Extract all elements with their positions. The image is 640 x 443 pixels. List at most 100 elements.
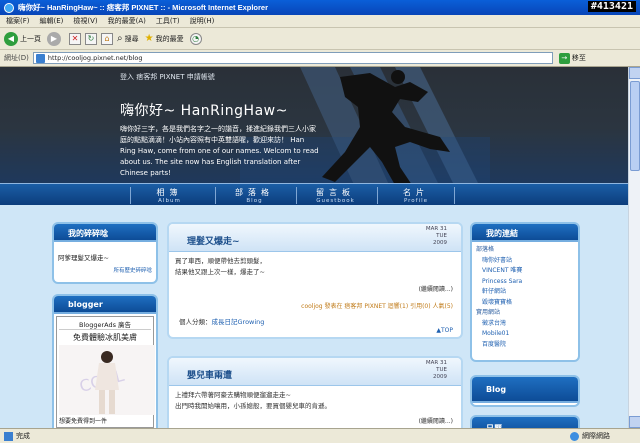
page-content: 登入 痞客邦 PIXNET 申請帳號 嗨你好~ HanRingHaw~ 嗨你好三… [0, 67, 628, 428]
globe-icon [570, 431, 579, 441]
favorites-button[interactable]: ★ 我的最愛 [145, 33, 184, 44]
history-icon[interactable]: ◔ [189, 32, 202, 45]
menu-view[interactable]: 檢視(V) [73, 16, 97, 26]
ad-title: BloggerAds 廣告 [59, 319, 151, 330]
menu-tools[interactable]: 工具(T) [156, 16, 180, 26]
post-1-title[interactable]: 理髮又爆走~ [187, 234, 240, 247]
nav-profile-en: Profile [403, 198, 429, 204]
nav-profile[interactable]: 名片 Profile [377, 187, 455, 204]
watermark: #413421 [587, 1, 636, 12]
menu-favorites[interactable]: 我的最愛(A) [108, 16, 146, 26]
links-group-blog: 部落格 [476, 246, 495, 253]
window-title: 嗨你好~ HanRingHaw~ :: 痞客邦 PIXNET :: - Micr… [18, 3, 269, 12]
nav-blog-en: Blog [246, 198, 263, 204]
search-button[interactable]: ⌕ 搜尋 [117, 33, 139, 44]
back-arrow-icon: ◀ [4, 31, 18, 46]
links-list: 部落格 嗨你好書站 VINCENT 唯賽 Princess Sara 軒仔網站 … [476, 245, 574, 350]
back-button[interactable]: ◀ 上一頁 [4, 31, 41, 46]
internet-zone: 網際網路 [570, 431, 610, 441]
link-item[interactable]: Princess Sara [476, 277, 574, 288]
menu-file[interactable]: 檔案(F) [6, 16, 30, 26]
menu-help[interactable]: 說明(H) [190, 16, 215, 26]
post-2-date: MAR 31 TUE 2009 [426, 360, 447, 381]
status-bar: 完成 網際網路 [0, 428, 640, 443]
chatter-title: 我的碎碎唸 [54, 224, 156, 242]
menu-bar: 檔案(F) 編輯(E) 檢視(V) 我的最愛(A) 工具(T) 說明(H) [0, 15, 640, 28]
nav-profile-zh: 名片 [403, 188, 429, 197]
post-1: 理髮又爆走~ MAR 31 TUE 2009 買了車西，順便帶他去剪頭髮， 結果… [167, 222, 463, 339]
page-done-icon [4, 431, 13, 441]
ie-icon [4, 2, 14, 13]
blog-box: Blog [470, 375, 580, 407]
post-2-title[interactable]: 嬰兒車兩遭 [187, 368, 232, 381]
star-icon: ★ [144, 33, 154, 44]
link-item[interactable]: 軒仔網站 [476, 287, 574, 298]
link-item[interactable]: 毀壞寶寶格 [476, 298, 574, 309]
post-2-year: 2009 [433, 374, 447, 380]
zone-label: 網際網路 [582, 432, 610, 440]
link-item[interactable]: Mobile01 [476, 329, 574, 340]
blogger-box: blogger BloggerAds 廣告 免費體驗冰肌美膚 COOL 想要免費… [52, 294, 158, 428]
nav-guestbook[interactable]: 留言板 Guestbook [296, 187, 374, 204]
post-1-year: 2009 [433, 240, 447, 246]
nav-album[interactable]: 相簿 Album [130, 187, 208, 204]
go-arrow-icon: → [558, 52, 570, 64]
back-label: 上一頁 [20, 34, 41, 43]
stop-icon[interactable]: ✕ [69, 32, 81, 45]
nav-blog[interactable]: 部落格 Blog [215, 187, 293, 204]
menu-edit[interactable]: 編輯(E) [40, 16, 64, 26]
blog-nav: 相簿 Album 部落格 Blog 留言板 Guestbook 名片 Profi… [0, 183, 628, 205]
post-2: 嬰兒車兩遭 MAR 31 TUE 2009 上禮拜六帶著阿豪去購物順便遛遛走走~… [167, 356, 463, 428]
links-box: 我的連結 部落格 嗨你好書站 VINCENT 唯賽 Princess Sara … [470, 222, 580, 362]
post-1-top-link[interactable]: ▲TOP [436, 327, 453, 334]
link-item[interactable]: 嗨你好書站 [476, 256, 574, 267]
pitcher-silhouette-icon [322, 70, 450, 185]
address-label: 網址(D) [4, 54, 29, 62]
post-1-category-link[interactable]: 成長日記Growing [212, 318, 265, 326]
link-item[interactable]: VINCENT 唯賽 [476, 266, 574, 277]
post-1-date: MAR 31 TUE 2009 [426, 226, 447, 247]
forward-arrow-icon: ▶ [47, 31, 61, 46]
go-label: 移至 [571, 54, 586, 62]
blog-box-title: Blog [472, 377, 578, 403]
post-2-read-more[interactable]: (繼續閱讀...) [419, 416, 453, 425]
nav-blog-zh: 部落格 [235, 188, 274, 197]
blog-title: 嗨你好~ HanRingHaw~ [120, 103, 288, 119]
links-title: 我的連結 [472, 224, 578, 242]
vertical-scrollbar[interactable] [628, 67, 640, 428]
ad-subtitle: 免費體驗冰肌美膚 [73, 333, 137, 342]
post-1-month: MAR 31 [425, 226, 447, 232]
post-2-line-1: 上禮拜六帶著阿豪去購物順便遛遛走走~ [175, 391, 291, 399]
status-text: 完成 [16, 432, 30, 440]
chatter-history-link[interactable]: 所有歷史碎碎唸 [58, 266, 152, 274]
window-titlebar: 嗨你好~ HanRingHaw~ :: 痞客邦 PIXNET :: - Micr… [0, 0, 640, 15]
scroll-thumb[interactable] [630, 81, 640, 171]
refresh-icon[interactable]: ↻ [85, 32, 97, 45]
link-item[interactable]: 百度醫院 [476, 340, 574, 351]
home-icon[interactable]: ⌂ [101, 32, 113, 45]
scroll-down-icon[interactable] [629, 416, 640, 428]
forward-button[interactable]: ▶ [47, 31, 63, 46]
ad-caption: 想要免費得到一件 [59, 418, 108, 425]
blogger-title: blogger [54, 296, 156, 314]
post-1-line-1: 買了車西，順便帶他去剪頭髮， [175, 257, 266, 265]
post-1-meta[interactable]: cooljog 發表在 痞客邦 PIXNET 迴響(1) 引用(0) 人氣(5) [301, 301, 453, 310]
scroll-up-icon[interactable] [629, 67, 640, 79]
nav-guestbook-en: Guestbook [316, 198, 355, 204]
post-1-line-2: 結果他又跟上次一樣，爆走了~ [175, 268, 265, 276]
go-button[interactable]: → 移至 [558, 52, 586, 64]
nav-album-en: Album [158, 198, 181, 204]
post-1-weekday: TUE [436, 233, 447, 239]
search-icon: ⌕ [117, 33, 123, 44]
address-input[interactable]: http://cooljog.pixnet.net/blog [32, 52, 553, 64]
page-icon [35, 54, 45, 63]
nav-album-zh: 相簿 [156, 188, 183, 197]
post-2-line-2: 出門時我開始嚷用，小孫媳般，要買個嬰兒車的肯遜。 [175, 402, 331, 410]
login-link[interactable]: 登入 痞客邦 PIXNET 申請帳號 [120, 72, 215, 82]
address-bar: 網址(D) http://cooljog.pixnet.net/blog → 移… [0, 50, 640, 67]
search-label: 搜尋 [124, 34, 139, 43]
link-item[interactable]: 徵求台灣 [476, 319, 574, 330]
chatter-text: 阿爹理髮又爆走~ [58, 254, 109, 262]
post-1-read-more[interactable]: (繼續閱讀...) [419, 284, 453, 293]
blogger-ad[interactable]: BloggerAds 廣告 免費體驗冰肌美膚 COOL 想要免費得到一件 [56, 316, 155, 428]
